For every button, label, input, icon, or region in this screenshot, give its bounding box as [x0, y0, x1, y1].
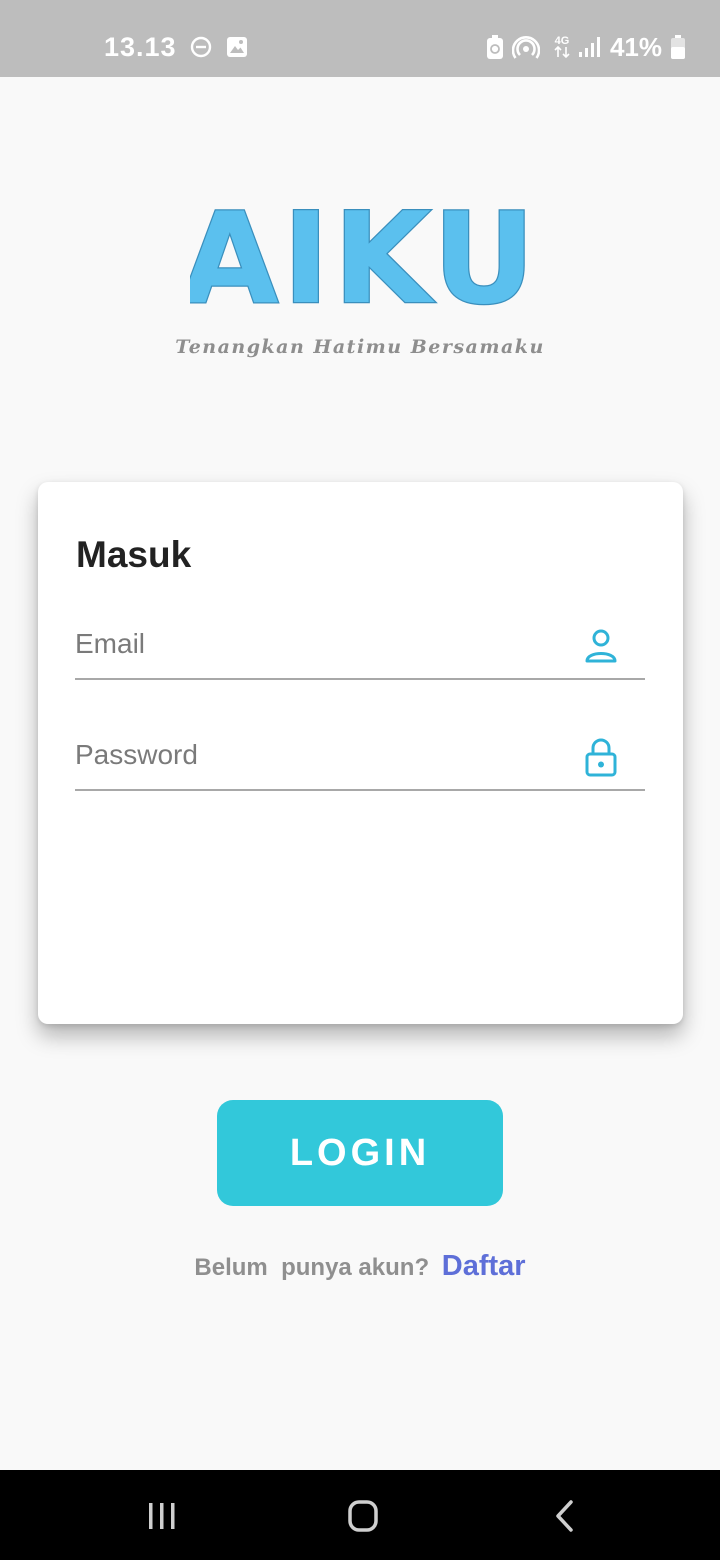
battery-saver-icon [486, 35, 503, 59]
battery-percent: 41% [609, 31, 662, 62]
recent-apps-icon[interactable] [140, 1498, 184, 1534]
data-arrows-icon [554, 46, 570, 58]
login-button[interactable]: LOGIN [217, 1100, 503, 1206]
status-bar: 13.13 4G 41% [0, 0, 720, 77]
login-card: Masuk [38, 482, 683, 1024]
user-icon [585, 629, 617, 663]
aiku-logo: AIKU [190, 190, 530, 320]
lock-icon [585, 738, 617, 777]
register-prompt: Belum punya akun? [194, 1254, 430, 1281]
gallery-icon [226, 37, 247, 57]
network-type: 4G [554, 36, 570, 58]
password-field [75, 721, 645, 791]
status-left: 13.13 [104, 30, 249, 64]
logo-tagline: Tenangkan Hatimu Bersamaku [175, 336, 545, 358]
register-link[interactable]: Daftar [442, 1250, 526, 1282]
card-title: Masuk [76, 534, 192, 575]
do-not-disturb-icon [190, 36, 211, 58]
navigation-bar [0, 1470, 720, 1560]
back-icon[interactable] [543, 1498, 587, 1534]
password-input[interactable] [75, 735, 555, 775]
battery-icon [671, 35, 685, 59]
home-icon[interactable] [341, 1498, 385, 1534]
signal-icon [578, 37, 600, 57]
svg-text:AIKU: AIKU [190, 190, 530, 320]
status-time: 13.13 [104, 31, 177, 62]
status-right: 4G 41% [486, 30, 686, 64]
email-input[interactable] [75, 624, 555, 664]
network-label: 4G [554, 35, 570, 47]
email-field [75, 610, 645, 680]
register-row: Belum punya akun? Daftar [0, 1250, 720, 1283]
hotspot-icon [511, 36, 540, 59]
